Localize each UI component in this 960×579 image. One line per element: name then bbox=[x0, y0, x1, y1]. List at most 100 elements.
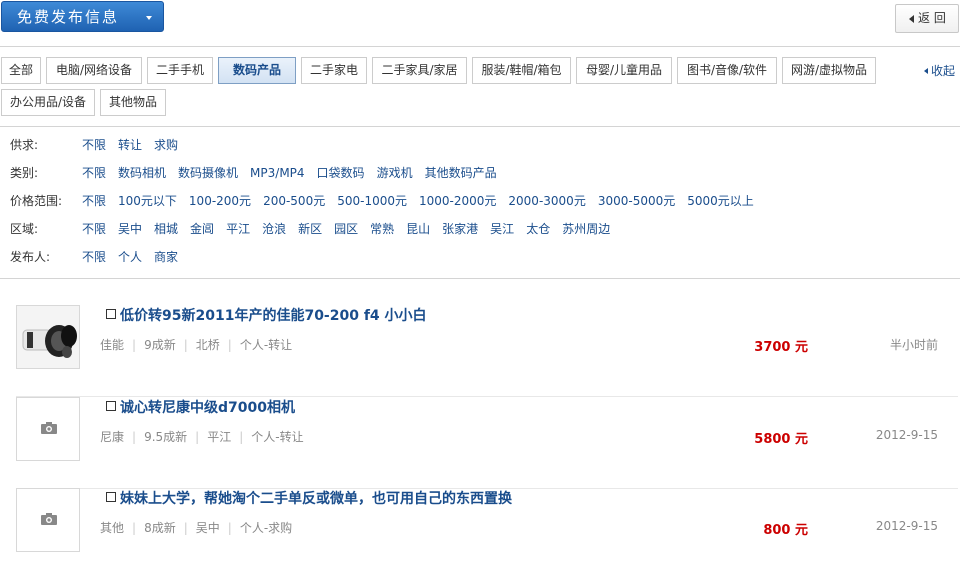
filter-label: 供求: bbox=[10, 138, 39, 152]
header: 免费发布信息 返 回 bbox=[0, 0, 960, 47]
filter-option[interactable]: 求购 bbox=[154, 138, 178, 152]
triangle-left-icon bbox=[924, 68, 928, 74]
category-phone[interactable]: 二手手机 bbox=[147, 57, 213, 84]
filter-option[interactable]: 吴江 bbox=[490, 222, 514, 236]
select-checkbox[interactable] bbox=[106, 309, 116, 319]
lens-photo-icon bbox=[17, 306, 79, 368]
listing-thumbnail[interactable] bbox=[16, 305, 80, 369]
filter-option[interactable]: 数码相机 bbox=[118, 166, 166, 180]
select-checkbox[interactable] bbox=[106, 401, 116, 411]
category-all[interactable]: 全部 bbox=[1, 57, 41, 84]
category-games[interactable]: 网游/虚拟物品 bbox=[782, 57, 876, 84]
filter-option[interactable]: 其他数码产品 bbox=[425, 166, 497, 180]
filter-option[interactable]: 苏州周边 bbox=[562, 222, 610, 236]
filter-option[interactable]: 口袋数码 bbox=[317, 166, 365, 180]
filter-option[interactable]: 不限 bbox=[82, 222, 106, 236]
category-appliance[interactable]: 二手家电 bbox=[301, 57, 367, 84]
category-office[interactable]: 办公用品/设备 bbox=[1, 89, 95, 116]
filter-option[interactable]: 2000-3000元 bbox=[508, 194, 585, 208]
category-computer[interactable]: 电脑/网络设备 bbox=[46, 57, 142, 84]
category-baby[interactable]: 母婴/儿童用品 bbox=[576, 57, 672, 84]
back-button[interactable]: 返 回 bbox=[895, 4, 959, 33]
filter-option[interactable]: 1000-2000元 bbox=[419, 194, 496, 208]
category-clothing[interactable]: 服装/鞋帽/箱包 bbox=[472, 57, 571, 84]
filter-option[interactable]: 吴中 bbox=[118, 222, 142, 236]
listing-item: 妹妹上大学，帮她淘个二手单反或微单，也可用自己的东西置换 其他 | 8成新 | 吴中 | 个… bbox=[16, 488, 958, 579]
filter-option[interactable]: 昆山 bbox=[406, 222, 430, 236]
meta-region: 北桥 bbox=[195, 338, 220, 352]
filter-option[interactable]: 相城 bbox=[154, 222, 178, 236]
filter-options: 不限 个人 商家 bbox=[82, 247, 190, 267]
filter-option[interactable]: 3000-5000元 bbox=[598, 194, 675, 208]
filter-option[interactable]: 园区 bbox=[334, 222, 358, 236]
camera-placeholder-icon bbox=[41, 513, 57, 525]
filter-option[interactable]: 100元以下 bbox=[118, 194, 177, 208]
filter-option[interactable]: 5000元以上 bbox=[687, 194, 754, 208]
filter-options: 不限 数码相机 数码摄像机 MP3/MP4 口袋数码 游戏机 其他数码产品 bbox=[82, 163, 509, 183]
arrow-left-icon bbox=[909, 15, 914, 23]
publish-info-button[interactable]: 免费发布信息 bbox=[1, 1, 164, 32]
listing-meta: 其他 | 8成新 | 吴中 | 个人-求购 bbox=[100, 521, 293, 535]
listing-thumbnail[interactable] bbox=[16, 488, 80, 552]
category-other[interactable]: 其他物品 bbox=[100, 89, 166, 116]
filter-option[interactable]: 沧浪 bbox=[262, 222, 286, 236]
listing-title[interactable]: 低价转95新2011年产的佳能70-200 f4 小小白 bbox=[120, 305, 427, 325]
filter-label: 价格范围: bbox=[10, 194, 63, 208]
category-books[interactable]: 图书/音像/软件 bbox=[677, 57, 777, 84]
listing-thumbnail[interactable] bbox=[16, 397, 80, 461]
filter-option[interactable]: 500-1000元 bbox=[337, 194, 407, 208]
filter-option[interactable]: 金阊 bbox=[190, 222, 214, 236]
camera-placeholder-icon bbox=[41, 422, 57, 434]
listing-title[interactable]: 妹妹上大学，帮她淘个二手单反或微单，也可用自己的东西置换 bbox=[120, 488, 512, 508]
filter-option[interactable]: 常熟 bbox=[370, 222, 394, 236]
filter-option[interactable]: 商家 bbox=[154, 250, 178, 264]
filter-option[interactable]: 数码摄像机 bbox=[178, 166, 238, 180]
filter-option[interactable]: 不限 bbox=[82, 166, 106, 180]
category-furniture[interactable]: 二手家具/家居 bbox=[372, 57, 467, 84]
filter-option[interactable]: 张家港 bbox=[442, 222, 478, 236]
listing-meta: 佳能 | 9成新 | 北桥 | 个人-转让 bbox=[100, 338, 293, 352]
meta-type: 个人-转让 bbox=[239, 338, 293, 352]
listing-time: 2012-9-15 bbox=[875, 519, 938, 533]
select-checkbox[interactable] bbox=[106, 492, 116, 502]
listing-time: 半小时前 bbox=[889, 338, 938, 352]
meta-type: 个人-求购 bbox=[239, 521, 293, 535]
filter-option[interactable]: 新区 bbox=[298, 222, 322, 236]
meta-condition: 8成新 bbox=[144, 521, 176, 535]
collapse-label: 收起 bbox=[931, 64, 956, 78]
filter-option[interactable]: 个人 bbox=[118, 250, 142, 264]
filter-option[interactable]: 不限 bbox=[82, 250, 106, 264]
category-digital[interactable]: 数码产品 bbox=[218, 57, 296, 84]
meta-region: 吴中 bbox=[195, 521, 220, 535]
filter-option[interactable]: MP3/MP4 bbox=[250, 166, 305, 180]
filter-option[interactable]: 200-500元 bbox=[263, 194, 325, 208]
collapse-link[interactable]: 收起 bbox=[924, 62, 955, 79]
listing-title[interactable]: 诚心转尼康中级d7000相机 bbox=[120, 397, 295, 417]
listing-price: 3700 元 bbox=[754, 340, 808, 355]
listing-price: 800 元 bbox=[763, 523, 808, 538]
listing-meta: 尼康 | 9.5成新 | 平江 | 个人-转让 bbox=[100, 430, 304, 444]
filter-option[interactable]: 不限 bbox=[82, 138, 106, 152]
filter-options: 不限 100元以下 100-200元 200-500元 500-1000元 1000-20… bbox=[82, 191, 766, 211]
category-tabs: 全部 电脑/网络设备 二手手机 数码产品 二手家电 二手家具/家居 服装/鞋帽/… bbox=[0, 46, 960, 126]
filter-option[interactable]: 转让 bbox=[118, 138, 142, 152]
caret-down-icon bbox=[146, 16, 152, 20]
filter-option[interactable]: 游戏机 bbox=[377, 166, 413, 180]
meta-type: 个人-转让 bbox=[251, 430, 304, 444]
filter-label: 发布人: bbox=[10, 250, 51, 264]
meta-condition: 9.5成新 bbox=[144, 430, 188, 444]
filter-option[interactable]: 不限 bbox=[82, 194, 106, 208]
filter-options: 不限 吴中 相城 金阊 平江 沧浪 新区 园区 常熟 昆山 张家港 吴江 太仓 苏州周边 bbox=[82, 219, 622, 239]
filter-option[interactable]: 100-200元 bbox=[189, 194, 251, 208]
listing-price: 5800 元 bbox=[754, 432, 808, 447]
meta-region: 平江 bbox=[207, 430, 232, 444]
listing-time: 2012-9-15 bbox=[875, 428, 938, 442]
filter-label: 区域: bbox=[10, 222, 39, 236]
back-label: 返 回 bbox=[918, 11, 946, 25]
publish-info-label: 免费发布信息 bbox=[17, 8, 120, 26]
filter-option[interactable]: 平江 bbox=[226, 222, 250, 236]
listing-item: 诚心转尼康中级d7000相机 尼康 | 9.5成新 | 平江 | 个人-转让 5800 元 … bbox=[16, 397, 958, 489]
meta-brand: 尼康 bbox=[100, 430, 125, 444]
filter-option[interactable]: 太仓 bbox=[526, 222, 550, 236]
meta-brand: 其他 bbox=[100, 521, 125, 535]
